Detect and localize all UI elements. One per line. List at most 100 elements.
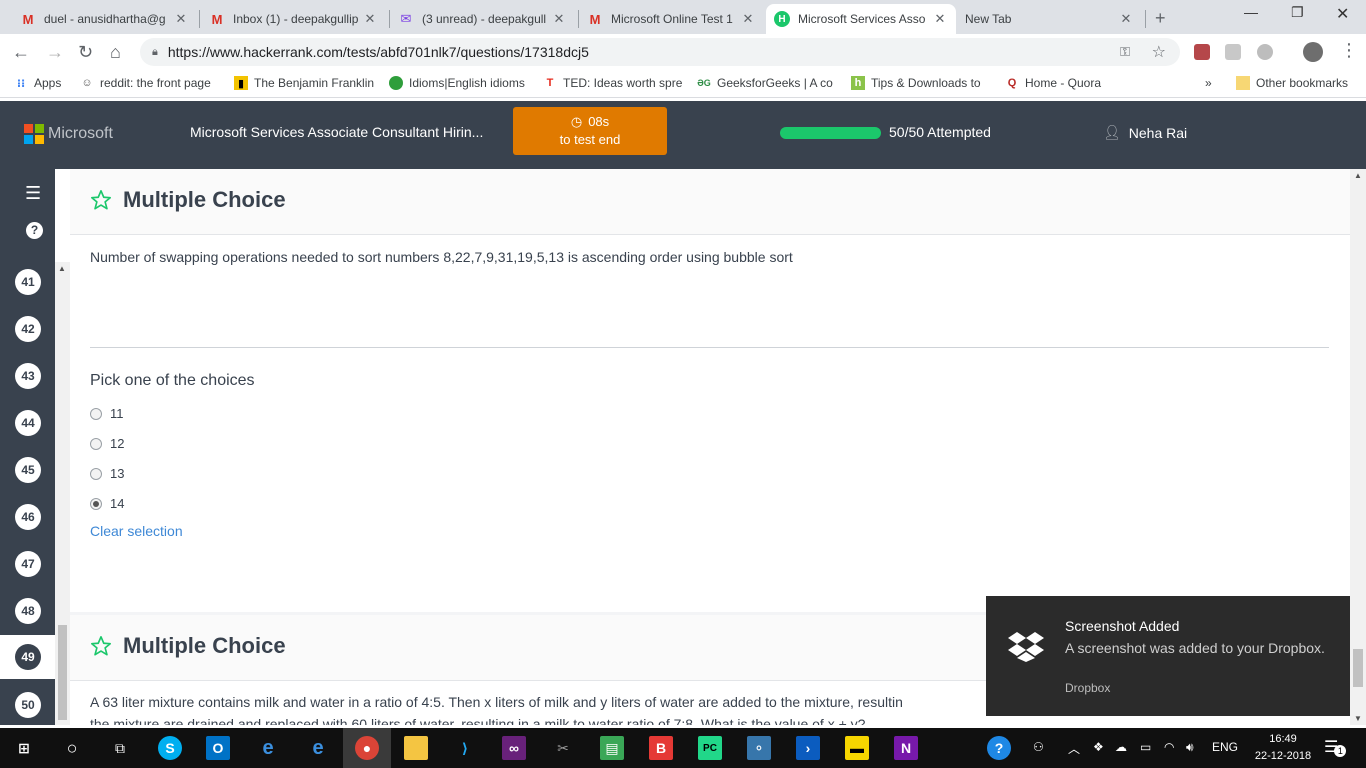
star-outline-icon[interactable] bbox=[90, 189, 112, 211]
bookmark-geeksforgeeks[interactable]: ƏG GeeksforGeeks | A co bbox=[697, 76, 833, 90]
sidebar-scrollbar-thumb[interactable] bbox=[58, 625, 67, 720]
profile-avatar-icon[interactable] bbox=[1303, 42, 1323, 62]
hamburger-menu-icon[interactable]: ☰ bbox=[25, 183, 41, 204]
volume-icon[interactable]: 🔊︎ bbox=[1186, 740, 1194, 755]
forward-arrow-icon[interactable]: → bbox=[46, 42, 64, 63]
star-outline-icon[interactable] bbox=[90, 635, 112, 657]
internet-explorer-icon[interactable]: e bbox=[306, 736, 330, 760]
browser-tab-active[interactable]: H Microsoft Services Asso ✕ bbox=[766, 4, 956, 34]
tools-icon[interactable]: ✂ bbox=[551, 736, 575, 760]
bookmark-idioms[interactable]: Idioms|English idioms bbox=[389, 76, 525, 90]
radio-button[interactable] bbox=[90, 437, 102, 450]
question-nav-42[interactable]: 42 bbox=[15, 316, 41, 342]
dropbox-notification[interactable]: Screenshot Added A screenshot was added … bbox=[986, 596, 1350, 716]
choice-option[interactable]: 13 bbox=[90, 466, 124, 481]
python-icon[interactable]: ⚬ bbox=[747, 736, 771, 760]
question-nav-41[interactable]: 41 bbox=[15, 269, 41, 295]
pycharm-icon[interactable]: PC bbox=[698, 736, 722, 760]
windows-start-icon[interactable]: ⊞ bbox=[12, 736, 36, 760]
clear-selection-link[interactable]: Clear selection bbox=[90, 523, 183, 539]
question-nav-44[interactable]: 44 bbox=[15, 410, 41, 436]
key-icon[interactable]: ⚿ bbox=[1120, 44, 1130, 60]
cortana-search-icon[interactable]: ○ bbox=[60, 736, 84, 760]
choice-option[interactable]: 12 bbox=[90, 436, 124, 451]
extension-icon[interactable] bbox=[1257, 44, 1273, 60]
new-tab-plus-icon[interactable]: + bbox=[1155, 8, 1166, 29]
page-scrollbar[interactable]: ▲ ▼ bbox=[1350, 169, 1366, 725]
help-icon[interactable]: ? bbox=[26, 222, 43, 239]
radio-button[interactable] bbox=[90, 407, 102, 420]
question-nav-50[interactable]: 50 bbox=[15, 692, 41, 718]
bookmark-reddit[interactable]: ☺ reddit: the front page bbox=[80, 76, 210, 90]
system-clock[interactable]: 16:49 22-12-2018 bbox=[1248, 731, 1318, 765]
chart-app-icon[interactable]: ▤ bbox=[600, 736, 624, 760]
close-tab-icon[interactable]: ✕ bbox=[932, 11, 948, 27]
help-tray-icon[interactable]: ? bbox=[987, 736, 1011, 760]
bookmark-quora[interactable]: Q Home - Quora bbox=[1005, 76, 1101, 90]
choice-option[interactable]: 11 bbox=[90, 406, 124, 421]
close-tab-icon[interactable]: ✕ bbox=[362, 11, 378, 27]
scroll-up-arrow-icon[interactable]: ▲ bbox=[1354, 171, 1362, 180]
browser-tab[interactable]: M Inbox (1) - deepakgullip ✕ bbox=[201, 4, 386, 34]
question-nav-47[interactable]: 47 bbox=[15, 551, 41, 577]
wifi-icon[interactable]: ◠ bbox=[1164, 740, 1174, 754]
task-view-icon[interactable]: ⧉ bbox=[108, 736, 132, 760]
dropbox-tray-icon[interactable]: ❖ bbox=[1093, 740, 1104, 754]
chrome-icon[interactable]: ● bbox=[355, 736, 379, 760]
close-tab-icon[interactable]: ✕ bbox=[740, 11, 756, 27]
question-nav-45[interactable]: 45 bbox=[15, 457, 41, 483]
question-nav-active[interactable]: 49 bbox=[0, 635, 55, 679]
visual-studio-icon[interactable]: ∞ bbox=[502, 736, 526, 760]
close-tab-icon[interactable]: ✕ bbox=[173, 11, 189, 27]
file-explorer-icon[interactable] bbox=[404, 736, 428, 760]
browser-tab[interactable]: M Microsoft Online Test 1 ✕ bbox=[579, 4, 764, 34]
menu-dots-icon[interactable]: ⋮ bbox=[1340, 40, 1358, 61]
scroll-down-arrow-icon[interactable]: ▼ bbox=[1354, 714, 1362, 723]
reload-icon[interactable]: ↻ bbox=[78, 42, 93, 63]
question-nav-48[interactable]: 48 bbox=[15, 598, 41, 624]
onedrive-icon[interactable]: ☁ bbox=[1115, 740, 1127, 754]
question-nav-43[interactable]: 43 bbox=[15, 363, 41, 389]
user-menu[interactable]: 👤︎ Neha Rai bbox=[1103, 124, 1187, 141]
vscode-icon[interactable]: ⟩ bbox=[453, 736, 477, 760]
browser-tab[interactable]: M duel - anusidhartha@g ✕ bbox=[12, 4, 197, 34]
choice-option-selected[interactable]: 14 bbox=[90, 496, 124, 511]
question-nav-46[interactable]: 46 bbox=[15, 504, 41, 530]
radio-button-checked[interactable] bbox=[90, 497, 102, 510]
onenote-icon[interactable]: N bbox=[894, 736, 918, 760]
language-indicator[interactable]: ENG bbox=[1212, 740, 1238, 754]
show-hidden-icons-chevron[interactable]: ︿ bbox=[1068, 740, 1080, 757]
close-tab-icon[interactable]: ✕ bbox=[551, 11, 567, 27]
home-icon[interactable]: ⌂ bbox=[110, 42, 121, 63]
people-icon[interactable]: ⚇ bbox=[1033, 740, 1044, 754]
sidebar-scrollbar[interactable]: ▲ bbox=[55, 262, 70, 725]
skype-icon[interactable]: S bbox=[158, 736, 182, 760]
browser-tab[interactable]: New Tab ✕ bbox=[957, 4, 1142, 34]
more-bookmarks-chevron[interactable]: » bbox=[1205, 76, 1212, 90]
bookmark-tips[interactable]: h Tips & Downloads to bbox=[851, 76, 981, 90]
back-arrow-icon[interactable]: ← bbox=[12, 42, 30, 63]
powershell-icon[interactable]: › bbox=[796, 736, 820, 760]
pdf-extension-icon[interactable] bbox=[1194, 44, 1210, 60]
battery-icon[interactable]: ▭ bbox=[1140, 740, 1151, 754]
bookmark-ted[interactable]: T TED: Ideas worth spre bbox=[543, 76, 683, 90]
sticky-notes-icon[interactable]: ▬ bbox=[845, 736, 869, 760]
restore-icon[interactable]: ❐ bbox=[1291, 4, 1304, 21]
radio-button[interactable] bbox=[90, 467, 102, 480]
outlook-icon[interactable]: O bbox=[206, 736, 230, 760]
action-center-icon[interactable]: ☰ 1 bbox=[1324, 737, 1347, 757]
extension-icon[interactable] bbox=[1225, 44, 1241, 60]
bookmark-apps[interactable]: ⁝⁝ Apps bbox=[14, 76, 62, 90]
bookmark-star-icon[interactable]: ☆ bbox=[1152, 42, 1166, 62]
minimize-icon[interactable]: — bbox=[1244, 4, 1258, 20]
b-app-icon[interactable]: B bbox=[649, 736, 673, 760]
other-bookmarks[interactable]: Other bookmarks bbox=[1236, 76, 1348, 90]
close-tab-icon[interactable]: ✕ bbox=[1118, 11, 1134, 27]
address-bar[interactable]: 🔒︎ https://www.hackerrank.com/tests/abfd… bbox=[140, 38, 1180, 66]
edge-icon[interactable]: e bbox=[256, 736, 280, 760]
close-window-icon[interactable]: ✕ bbox=[1336, 4, 1349, 24]
question-nav-49[interactable]: 49 bbox=[15, 644, 41, 670]
page-scrollbar-thumb[interactable] bbox=[1353, 649, 1363, 687]
bookmark-franklin[interactable]: ▮ The Benjamin Franklin bbox=[234, 76, 374, 90]
scroll-up-arrow-icon[interactable]: ▲ bbox=[58, 264, 66, 273]
